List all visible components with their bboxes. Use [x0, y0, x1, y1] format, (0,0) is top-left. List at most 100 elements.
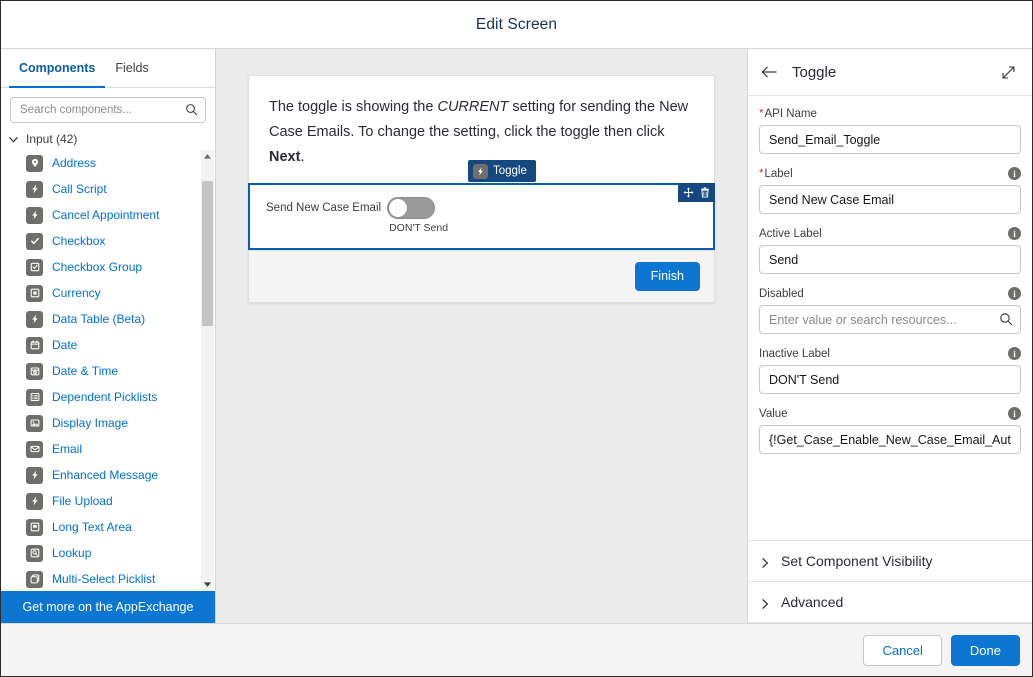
search-input[interactable] — [11, 98, 205, 122]
palette-item[interactable]: Checkbox — [1, 228, 201, 254]
lightning-bolt-icon — [26, 492, 43, 510]
component-type-badge: Toggle — [468, 160, 536, 182]
search-icon[interactable] — [999, 312, 1013, 331]
accordion-section[interactable]: Advanced — [748, 581, 1032, 623]
property-field: *API Name — [759, 105, 1021, 154]
field-label-row: *API Name — [759, 105, 1021, 122]
field-input-wrap — [759, 125, 1021, 154]
arrow-left-icon[interactable] — [758, 61, 780, 83]
palette-scrollbar[interactable] — [201, 150, 214, 591]
screen-canvas: The toggle is showing the CURRENT settin… — [216, 49, 747, 623]
palette-item[interactable]: Cancel Appointment — [1, 202, 201, 228]
accordion-section[interactable]: Set Component Visibility — [748, 540, 1032, 581]
lightning-bolt-icon — [26, 310, 43, 328]
field-input-wrap — [759, 305, 1021, 334]
palette-item[interactable]: Currency — [1, 280, 201, 306]
scroll-down-button[interactable] — [201, 578, 214, 591]
palette-item[interactable]: Address — [1, 150, 201, 176]
toggle-state-label: DON'T Send — [389, 222, 449, 234]
toggle-switch[interactable] — [387, 197, 436, 219]
date-time-icon — [26, 362, 43, 380]
palette-item-label: File Upload — [52, 494, 113, 508]
palette-item-label: Currency — [52, 286, 101, 300]
palette-item[interactable]: Data Table (Beta) — [1, 306, 201, 332]
screen-text-part1: The toggle is showing the — [269, 99, 438, 115]
field-input-wrap — [759, 425, 1021, 454]
palette-item[interactable]: Lookup — [1, 540, 201, 566]
tab-fields[interactable]: Fields — [105, 49, 158, 88]
trash-icon[interactable] — [698, 185, 712, 200]
field-label: *API Name — [759, 108, 1021, 120]
properties-accordions: Set Component Visibility Advanced — [748, 540, 1032, 623]
location-pin-icon — [26, 154, 43, 172]
info-icon[interactable]: i — [1008, 287, 1021, 300]
chevron-down-icon — [8, 134, 19, 145]
palette-item-label: Email — [52, 442, 83, 456]
field-input[interactable] — [759, 365, 1021, 394]
accordion-label: Set Component Visibility — [781, 553, 933, 569]
expand-diagonal-icon[interactable] — [998, 62, 1018, 82]
field-input[interactable] — [759, 425, 1021, 454]
palette-item[interactable]: Multi-Select Picklist — [1, 566, 201, 591]
components-palette: Components Fields Search components... I… — [1, 49, 216, 623]
lookup-icon — [26, 544, 43, 562]
field-label-row: *Label i — [759, 165, 1021, 182]
field-input[interactable] — [759, 125, 1021, 154]
palette-item[interactable]: Dependent Picklists — [1, 384, 201, 410]
property-field: Disabled i — [759, 285, 1021, 334]
components-scroll-area: Address Call Script Cancel Appointment Chec… — [1, 150, 215, 591]
page-title: Edit Screen — [475, 15, 558, 33]
search-box[interactable] — [10, 97, 206, 123]
palette-item[interactable]: Enhanced Message — [1, 462, 201, 488]
scroll-up-button[interactable] — [201, 150, 214, 163]
palette-item[interactable]: Checkbox Group — [1, 254, 201, 280]
field-input[interactable] — [759, 245, 1021, 274]
palette-item[interactable]: Call Script — [1, 176, 201, 202]
info-icon[interactable]: i — [1008, 347, 1021, 360]
palette-item[interactable]: Display Image — [1, 410, 201, 436]
palette-item[interactable]: Date — [1, 332, 201, 358]
palette-item-label: Cancel Appointment — [52, 208, 160, 222]
palette-item[interactable]: Email — [1, 436, 201, 462]
properties-header: Toggle — [748, 49, 1032, 96]
required-asterisk: * — [759, 107, 764, 120]
screen-preview-footer: Finish — [249, 250, 714, 302]
field-input[interactable] — [759, 305, 1021, 334]
image-icon — [26, 414, 43, 432]
list-icon — [26, 388, 43, 406]
scrollbar-track[interactable] — [201, 163, 214, 578]
currency-icon — [26, 284, 43, 302]
palette-item-label: Date & Time — [52, 364, 119, 378]
toggle-control-stack: DON'T Send — [387, 197, 448, 234]
done-button[interactable]: Done — [950, 634, 1020, 666]
scrollbar-thumb[interactable] — [202, 181, 213, 326]
move-icon[interactable] — [681, 185, 695, 200]
info-icon[interactable]: i — [1008, 167, 1021, 180]
field-label-text: Disabled — [759, 287, 804, 300]
field-label-row: Value i — [759, 405, 1021, 422]
palette-item-label: Data Table (Beta) — [52, 312, 146, 326]
palette-item[interactable]: Long Text Area — [1, 514, 201, 540]
property-field: *Label i — [759, 165, 1021, 214]
appexchange-button[interactable]: Get more on the AppExchange — [1, 591, 215, 623]
edit-screen-modal: Edit Screen Components Fields Search com… — [0, 0, 1033, 677]
checkmark-icon — [26, 232, 43, 250]
cancel-button[interactable]: Cancel — [863, 634, 942, 666]
palette-item-label: Enhanced Message — [52, 468, 159, 482]
info-icon[interactable]: i — [1008, 227, 1021, 240]
palette-item[interactable]: Date & Time — [1, 358, 201, 384]
selected-toggle-component[interactable]: Toggle Send New Case Email DON'T Send — [248, 160, 715, 250]
field-label-row: Disabled i — [759, 285, 1021, 302]
tab-components[interactable]: Components — [9, 49, 106, 88]
info-icon[interactable]: i — [1008, 407, 1021, 420]
section-input-header[interactable]: Input (42) — [1, 128, 215, 150]
field-label-text: Label — [764, 167, 793, 180]
finish-button[interactable]: Finish — [634, 262, 700, 291]
properties-fields: *API Name*LabeliActive LabeliDisablediIn… — [748, 96, 1032, 540]
field-input[interactable] — [759, 185, 1021, 214]
checkbox-group-icon — [26, 258, 43, 276]
palette-item-label: Address — [52, 156, 97, 170]
modal-body: Components Fields Search components... I… — [1, 48, 1032, 623]
field-input-wrap — [759, 365, 1021, 394]
palette-item[interactable]: File Upload — [1, 488, 201, 514]
